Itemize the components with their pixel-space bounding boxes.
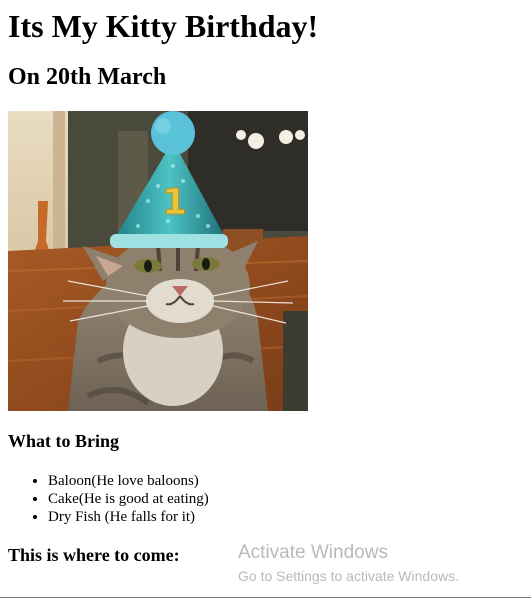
bring-list: Baloon(He love baloons) Cake(He is good … (8, 472, 209, 526)
bring-heading: What to Bring (8, 431, 120, 451)
list-item: Cake(He is good at eating) (48, 490, 209, 508)
watermark-title: Activate Windows (238, 542, 388, 563)
page-subtitle: On 20th March (8, 64, 167, 90)
where-heading: This is where to come: (8, 545, 180, 565)
watermark-subtitle: Go to Settings to activate Windows. (238, 568, 459, 584)
page-title: Its My Kitty Birthday! (8, 8, 319, 44)
windows-activation-watermark: Activate Windows Go to Settings to activ… (238, 542, 459, 585)
cat-photo: 1 (8, 111, 308, 411)
list-item: Baloon(He love baloons) (48, 472, 209, 490)
hat-number-text: 1 (162, 182, 187, 223)
cat-illustration: 1 (8, 111, 308, 411)
list-item: Dry Fish (He falls for it) (48, 508, 209, 526)
